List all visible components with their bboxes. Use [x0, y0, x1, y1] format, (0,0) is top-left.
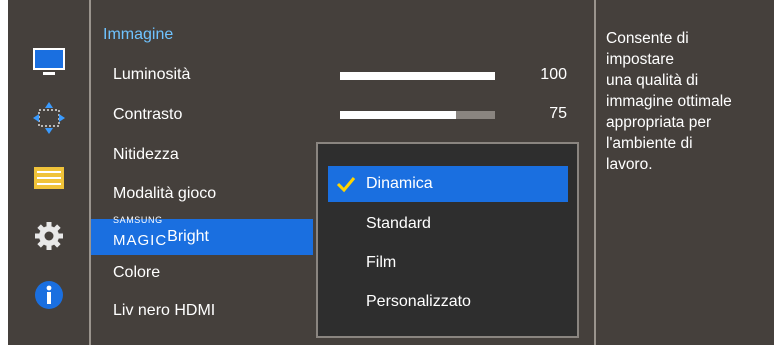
help-line: l'ambiente di — [606, 135, 693, 152]
bright-label: Bright — [167, 228, 209, 245]
menu-item-label: Luminosità — [113, 66, 191, 83]
menu-item-modalita-gioco[interactable]: Modalità gioco — [91, 177, 313, 211]
menu-item-liv-nero-hdmi[interactable]: Liv nero HDMI — [91, 294, 313, 328]
option-dinamica[interactable]: Dinamica — [328, 166, 568, 202]
magicbright-label: SAMSUNG MAGICBright — [113, 215, 209, 255]
menu-item-label: Contrasto — [113, 106, 183, 123]
menu-item-colore[interactable]: Colore — [91, 256, 313, 290]
arrows-icon[interactable] — [31, 100, 67, 136]
help-text: Consente di impostare una qualità di imm… — [606, 28, 772, 175]
help-line: Consente di — [606, 30, 689, 47]
help-line: appropriata per — [606, 114, 712, 131]
magicbright-dropdown: Dinamica Standard Film Personalizzato — [316, 142, 579, 338]
checkmark-icon — [336, 166, 356, 204]
menu-item-label: Nitidezza — [113, 146, 179, 163]
menu-item-contrasto[interactable]: Contrasto — [91, 98, 313, 132]
option-personalizzato[interactable]: Personalizzato — [328, 283, 568, 321]
help-line: immagine ottimale — [606, 93, 732, 110]
option-label: Personalizzato — [366, 293, 471, 310]
menu-item-luminosita[interactable]: Luminosità — [91, 58, 313, 92]
contrasto-value: 75 — [549, 105, 567, 122]
help-line: impostare — [606, 51, 675, 68]
menu-item-label: Colore — [113, 264, 161, 281]
option-label: Standard — [366, 215, 431, 232]
option-film[interactable]: Film — [328, 244, 568, 282]
option-standard[interactable]: Standard — [328, 205, 568, 243]
luminosita-value: 100 — [540, 66, 567, 83]
menu-item-label: Liv nero HDMI — [113, 302, 216, 319]
magic-label: MAGIC — [113, 232, 168, 249]
luminosita-slider[interactable] — [340, 72, 495, 80]
monitor-icon[interactable] — [31, 44, 67, 80]
help-line: una qualità di — [606, 72, 699, 89]
menu-item-label: Modalità gioco — [113, 185, 217, 202]
menu-title: Immagine — [103, 26, 174, 43]
luminosita-slider-fill — [340, 72, 495, 80]
contrasto-slider[interactable] — [340, 111, 495, 119]
samsung-small-label: SAMSUNG — [113, 215, 163, 225]
menu-item-magicbright[interactable]: SAMSUNG MAGICBright — [91, 215, 313, 255]
menu-item-nitidezza[interactable]: Nitidezza — [91, 138, 313, 172]
icon-rail — [8, 0, 89, 345]
option-label: Film — [366, 254, 397, 271]
gear-icon[interactable] — [31, 218, 67, 254]
panel-lines-icon[interactable] — [31, 160, 67, 196]
info-icon[interactable] — [31, 277, 67, 313]
help-panel: Consente di impostare una qualità di imm… — [596, 0, 774, 345]
contrasto-slider-fill — [340, 111, 457, 119]
help-line: lavoro. — [606, 156, 653, 173]
option-label: Dinamica — [366, 175, 433, 192]
